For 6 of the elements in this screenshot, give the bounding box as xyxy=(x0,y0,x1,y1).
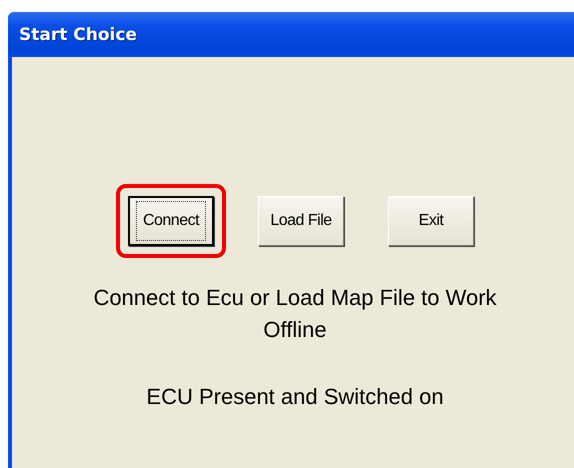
status-text: ECU Present and Switched on xyxy=(145,384,445,410)
instruction-text: Connect to Ecu or Load Map File to Work Offline xyxy=(92,284,498,344)
window-title: Start Choice xyxy=(19,24,137,44)
dialog-button[interactable]: Connect xyxy=(128,196,214,246)
dialog-button[interactable]: Load File xyxy=(258,196,344,246)
dialog-button[interactable]: Exit xyxy=(388,196,474,246)
